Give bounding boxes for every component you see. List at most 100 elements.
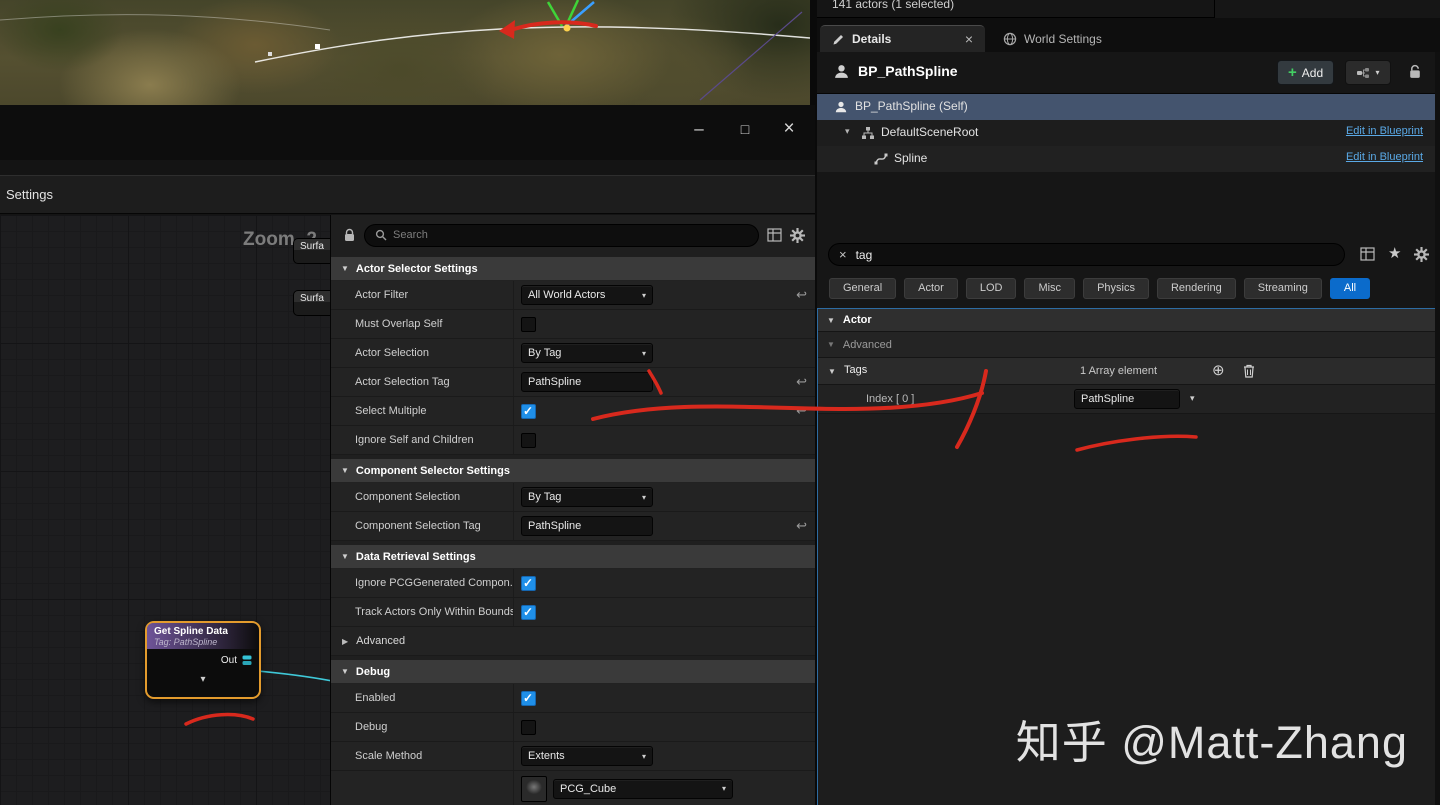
section-component-selector-settings[interactable]: ▼ Component Selector Settings <box>331 459 815 483</box>
property-row: Select Multiple ✓ ↩ <box>331 397 815 426</box>
section-title: Component Selector Settings <box>355 464 510 477</box>
section-actor-selector-settings[interactable]: ▼ Actor Selector Settings <box>331 257 815 281</box>
debug-checkbox[interactable]: ✓ <box>521 719 536 735</box>
lock-open-icon[interactable] <box>1408 64 1422 80</box>
reset-to-default-icon[interactable]: ↩ <box>796 374 807 390</box>
ignore-self-and-children-checkbox[interactable]: ✓ <box>521 432 536 448</box>
tab-world-settings[interactable]: World Settings <box>991 25 1114 52</box>
tree-row-scene-root[interactable]: ▾ DefaultSceneRoot Edit in Blueprint <box>817 120 1440 146</box>
property-row: Must Overlap Self ✓ <box>331 310 815 339</box>
property-label: Select Multiple <box>331 397 514 425</box>
advanced-expander[interactable]: ▶ Advanced <box>331 627 815 656</box>
must-overlap-self-checkbox[interactable]: ✓ <box>521 316 536 332</box>
settings-search-input[interactable]: Search <box>364 223 759 247</box>
chevron-down-icon: ▾ <box>641 348 646 358</box>
details-tab-bar: Details × World Settings <box>817 18 1440 52</box>
section-debug[interactable]: ▼ Debug <box>331 660 815 684</box>
favorites-icon[interactable]: ★ <box>1388 246 1401 262</box>
gear-icon[interactable] <box>1414 246 1430 262</box>
mesh-thumbnail[interactable] <box>521 775 547 802</box>
3d-viewport[interactable] <box>0 0 810 105</box>
property-row: Component Selection By Tag ▾ <box>331 483 815 512</box>
filter-rendering[interactable]: Rendering <box>1156 278 1236 299</box>
settings-toolbar: Search <box>331 215 815 253</box>
filter-streaming[interactable]: Streaming <box>1243 278 1322 299</box>
property-label: Actor Filter <box>331 281 514 309</box>
tags-index-0-row: Index [ 0 ] PathSpline ▾ <box>818 385 1439 414</box>
actor-selection-dropdown[interactable]: By Tag ▾ <box>521 343 653 363</box>
details-search-input[interactable]: × tag <box>828 243 1345 266</box>
window-title: Settings <box>6 187 53 202</box>
component-selection-tag-input[interactable]: PathSpline <box>521 516 653 536</box>
tree-row-spline[interactable]: Spline Edit in Blueprint <box>817 146 1440 172</box>
search-placeholder: Search <box>393 229 428 241</box>
edit-in-blueprint-link[interactable]: Edit in Blueprint <box>1346 151 1423 163</box>
pcg-graph-canvas[interactable]: Zoom -2 Surfa Surfa Get Spline Data Tag:… <box>0 215 338 805</box>
window-titlebar[interactable]: – □ × <box>0 105 815 160</box>
check-icon: ✓ <box>523 604 534 619</box>
ignore-pcg-generated-checkbox[interactable]: ✓ <box>521 575 536 591</box>
component-tree: BP_PathSpline (Self) ▾ DefaultSceneRoot … <box>817 94 1440 172</box>
filter-all[interactable]: All <box>1329 278 1371 299</box>
settings-window: – □ × Settings Zoom -2 Surfa Surfa Get S… <box>0 105 815 805</box>
node-collapse-chevron[interactable]: ▾ <box>147 675 259 685</box>
mesh-asset-dropdown[interactable]: PCG_Cube ▾ <box>553 778 733 799</box>
reset-to-default-icon[interactable]: ↩ <box>796 287 807 303</box>
spline-data-pin-icon[interactable] <box>242 655 252 666</box>
filter-actor[interactable]: Actor <box>904 278 958 299</box>
close-tab-icon[interactable]: × <box>965 31 973 47</box>
tab-details[interactable]: Details × <box>820 25 985 52</box>
maximize-button[interactable]: □ <box>731 115 759 143</box>
reset-to-default-icon[interactable]: ↩ <box>796 518 807 534</box>
edit-in-blueprint-link[interactable]: Edit in Blueprint <box>1346 125 1423 137</box>
property-row: Debug ✓ <box>331 713 815 742</box>
close-button[interactable]: × <box>775 115 803 143</box>
tags-array-row[interactable]: ▼ Tags 1 Array element ⊕ <box>818 358 1439 385</box>
filter-lod[interactable]: LOD <box>965 278 1017 299</box>
actor-selection-tag-input[interactable]: PathSpline <box>521 372 653 392</box>
add-array-element-icon[interactable]: ⊕ <box>1212 361 1225 379</box>
reset-to-default-icon[interactable]: ↩ <box>796 403 807 419</box>
scrollbar[interactable] <box>1435 52 1440 805</box>
section-actor[interactable]: ▼ Actor <box>818 309 1439 332</box>
column-view-icon[interactable] <box>1360 247 1375 261</box>
watermark: 知乎 @Matt-Zhang <box>1015 717 1408 768</box>
property-label: Debug <box>331 713 514 741</box>
lock-icon[interactable] <box>343 228 356 243</box>
gear-icon[interactable] <box>790 227 805 243</box>
property-row: Track Actors Only Within Bounds ✓ <box>331 598 815 627</box>
delete-array-icon[interactable] <box>1242 363 1256 379</box>
triangle-right-icon: ▶ <box>342 636 349 646</box>
property-label: Track Actors Only Within Bounds <box>331 598 514 626</box>
chevron-down-icon[interactable]: ▾ <box>845 126 850 137</box>
column-view-icon[interactable] <box>767 228 782 242</box>
chevron-down-icon: ▾ <box>641 290 646 300</box>
chevron-down-icon: ▾ <box>1375 68 1380 77</box>
advanced-expander[interactable]: ▼ Advanced <box>818 332 1439 358</box>
component-picker-button[interactable]: ▾ <box>1345 60 1391 85</box>
filter-misc[interactable]: Misc <box>1024 278 1076 299</box>
filter-physics[interactable]: Physics <box>1083 278 1149 299</box>
check-icon: ✓ <box>523 575 534 590</box>
minimize-button[interactable]: – <box>685 115 713 143</box>
scale-method-dropdown[interactable]: Extents ▾ <box>521 746 653 766</box>
node-header: Get Spline Data Tag: PathSpline <box>147 623 259 649</box>
window-header: Settings <box>0 175 815 214</box>
property-label: Ignore Self and Children <box>331 426 514 454</box>
filter-general[interactable]: General <box>829 278 897 299</box>
section-data-retrieval-settings[interactable]: ▼ Data Retrieval Settings <box>331 545 815 569</box>
actor-icon <box>835 101 847 113</box>
component-selection-dropdown[interactable]: By Tag ▾ <box>521 487 653 507</box>
array-element-options-chevron[interactable]: ▾ <box>1190 393 1195 404</box>
tag-value-dropdown[interactable]: PathSpline <box>1074 389 1180 409</box>
track-actors-only-within-bounds-checkbox[interactable]: ✓ <box>521 604 536 620</box>
tree-row-self[interactable]: BP_PathSpline (Self) <box>817 94 1440 120</box>
actor-filter-dropdown[interactable]: All World Actors ▾ <box>521 285 653 305</box>
get-spline-data-node[interactable]: Get Spline Data Tag: PathSpline Out ▾ <box>145 621 261 699</box>
select-multiple-checkbox[interactable]: ✓ <box>521 403 536 419</box>
clear-search-icon[interactable]: × <box>839 247 847 262</box>
debug-enabled-checkbox[interactable]: ✓ <box>521 690 536 706</box>
property-label: Must Overlap Self <box>331 310 514 338</box>
filter-chips: General Actor LOD Misc Physics Rendering… <box>829 278 1371 299</box>
add-component-button[interactable]: + Add <box>1277 60 1335 85</box>
